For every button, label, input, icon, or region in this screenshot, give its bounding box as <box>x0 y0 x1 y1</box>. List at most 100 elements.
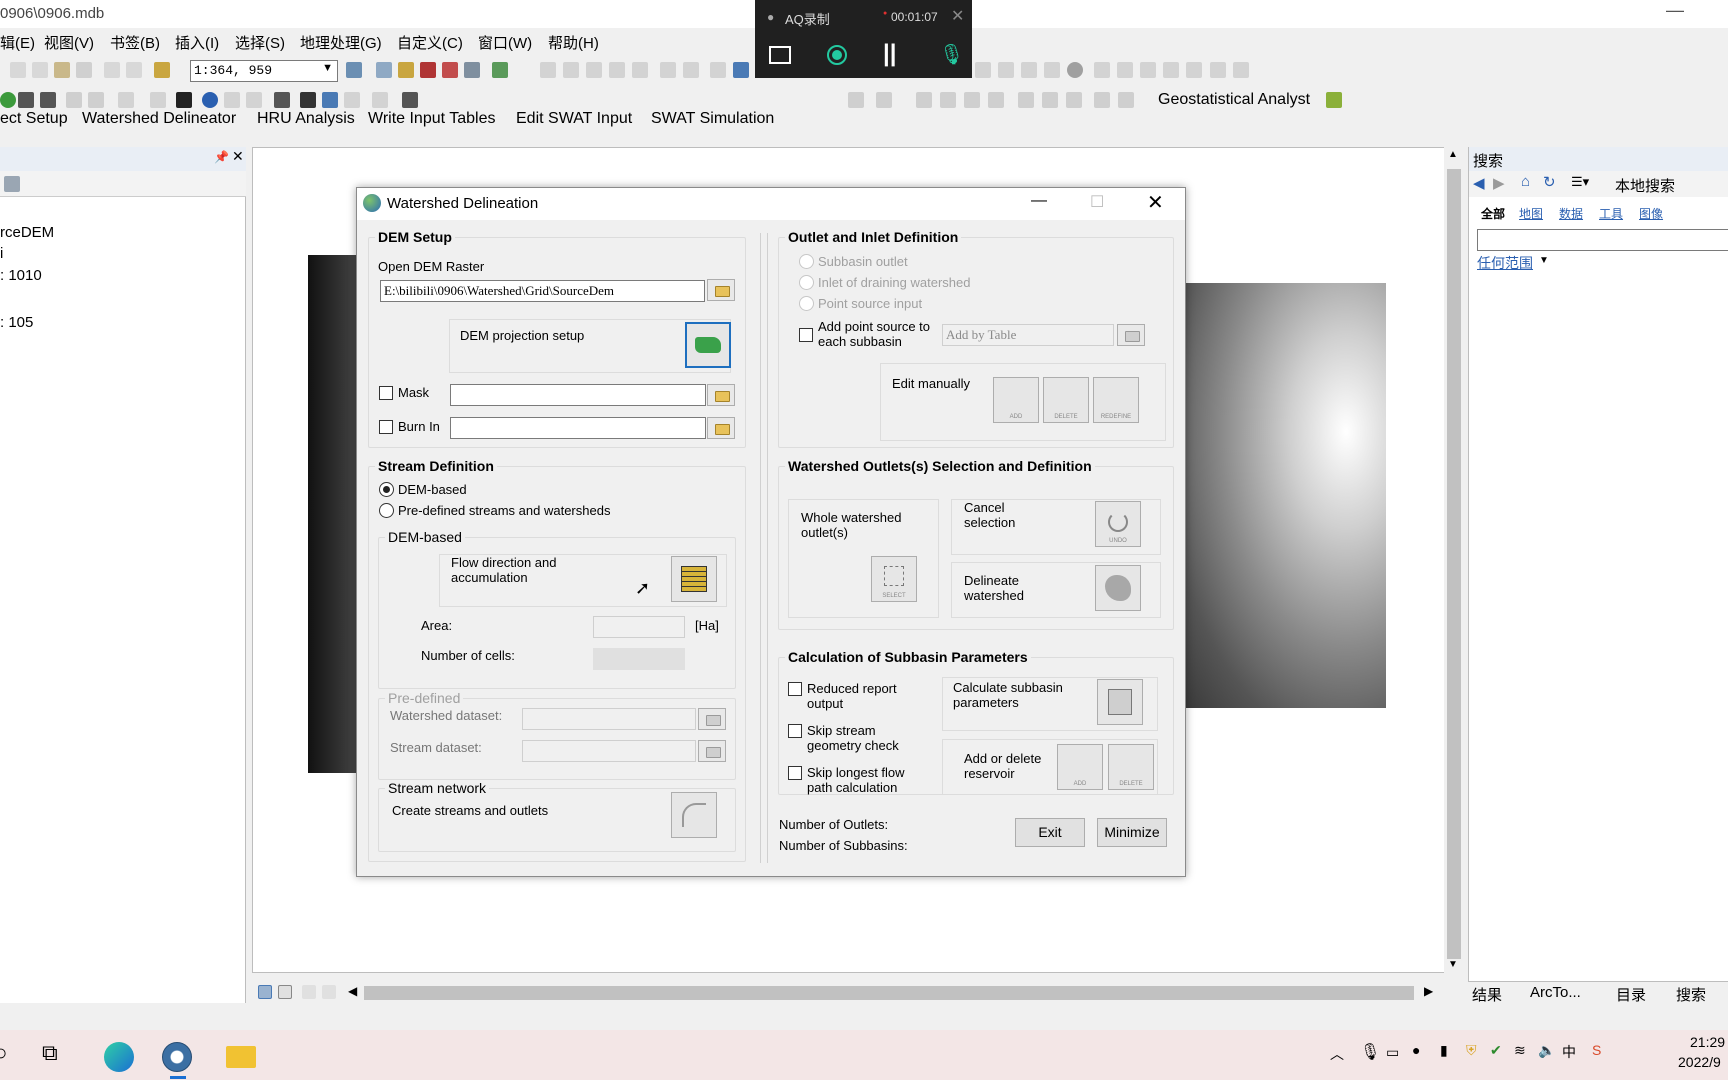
tool-l-icon[interactable] <box>1021 62 1037 78</box>
dock-tab-catalog[interactable]: 目录 <box>1616 984 1646 1005</box>
python-icon[interactable] <box>464 62 480 78</box>
search-tab-all[interactable]: 全部 <box>1481 205 1505 222</box>
tool-d-icon[interactable] <box>609 62 625 78</box>
watershed-dataset-folder-icon[interactable] <box>698 708 726 730</box>
dock-tab-search[interactable]: 搜索 <box>1676 984 1706 1005</box>
geostat-wizard-icon[interactable] <box>1326 92 1342 108</box>
menu-help[interactable]: 帮助(H) <box>548 32 599 53</box>
subbasin-outlet-radio[interactable] <box>799 254 814 269</box>
catalog-icon[interactable] <box>398 62 414 78</box>
reduced-report-checkbox[interactable] <box>788 682 802 696</box>
home-icon[interactable]: ⌂ <box>1521 173 1530 190</box>
back-icon[interactable] <box>66 92 82 108</box>
scroll-right-icon[interactable]: ▶ <box>1424 984 1433 998</box>
tool-g-icon[interactable] <box>683 62 699 78</box>
tool-r-icon[interactable] <box>1163 62 1179 78</box>
undo-icon[interactable] <box>104 62 120 78</box>
layout-view-icon[interactable] <box>278 985 292 999</box>
identify-icon[interactable] <box>202 92 218 108</box>
create-streams-button[interactable] <box>671 792 717 838</box>
edit-tool-d-icon[interactable] <box>940 92 956 108</box>
select-features-icon[interactable] <box>118 92 134 108</box>
swat-simulation-menu[interactable]: SWAT Simulation <box>651 110 774 128</box>
edit-tool-k-icon[interactable] <box>1118 92 1134 108</box>
tool-b-icon[interactable] <box>563 62 579 78</box>
zoom-extent-icon[interactable] <box>40 92 56 108</box>
menu-insert[interactable]: 插入(I) <box>175 32 219 53</box>
tool-k-icon[interactable] <box>998 62 1014 78</box>
tool-n-icon[interactable] <box>1067 62 1083 78</box>
edit-tool-a-icon[interactable] <box>848 92 864 108</box>
recorder-pause-icon[interactable]: || <box>883 40 896 68</box>
vscroll-thumb[interactable] <box>1447 169 1461 959</box>
start-button[interactable]: ○ <box>0 1040 7 1066</box>
tool-c-icon[interactable] <box>586 62 602 78</box>
calc-params-button[interactable] <box>1097 679 1143 725</box>
add-reservoir-button[interactable]: ADD <box>1057 744 1103 790</box>
search-tab-maps[interactable]: 地图 <box>1519 205 1543 222</box>
recorder-mic-icon[interactable]: 🎙 <box>939 42 964 67</box>
back-arrow-icon[interactable]: ◀ <box>1473 174 1485 192</box>
swat-edit-input-menu[interactable]: Edit SWAT Input <box>516 110 632 128</box>
edit-tool-b-icon[interactable] <box>876 92 892 108</box>
dock-tab-results[interactable]: 结果 <box>1472 984 1502 1005</box>
flow-direction-button[interactable] <box>671 556 717 602</box>
task-view-icon[interactable]: ⧉ <box>42 1040 58 1066</box>
paste-icon[interactable] <box>54 62 70 78</box>
tool-e-icon[interactable] <box>632 62 648 78</box>
recorder-record-icon[interactable] <box>827 45 847 65</box>
scale-combobox[interactable]: 1:364, 959 ▼ <box>190 60 338 82</box>
mask-folder-icon[interactable] <box>707 384 735 406</box>
burn-in-checkbox[interactable] <box>379 420 393 434</box>
map-vscroll[interactable]: ▲ ▼ <box>1444 147 1464 973</box>
refresh-icon[interactable] <box>302 985 316 999</box>
cancel-selection-button[interactable]: UNDO <box>1095 501 1141 547</box>
tool-q-icon[interactable] <box>1140 62 1156 78</box>
forward-arrow-icon[interactable]: ▶ <box>1493 174 1505 192</box>
tool-t-icon[interactable] <box>1210 62 1226 78</box>
swat-write-input-tables-menu[interactable]: Write Input Tables <box>368 110 495 128</box>
delete-reservoir-button[interactable]: DELETE <box>1108 744 1154 790</box>
swat-hru-analysis-menu[interactable]: HRU Analysis <box>257 110 355 128</box>
data-view-icon[interactable] <box>258 985 272 999</box>
menu-window[interactable]: 窗口(W) <box>478 32 532 53</box>
swat-project-setup-menu[interactable]: ect Setup <box>0 110 68 128</box>
menu-edit[interactable]: 辑(E) <box>0 32 35 53</box>
point-source-radio[interactable] <box>799 296 814 311</box>
hscroll-thumb[interactable] <box>364 986 1414 1000</box>
forward-icon[interactable] <box>88 92 104 108</box>
close-icon[interactable]: ✕ <box>232 148 244 165</box>
minimize-window-button[interactable]: — <box>1666 0 1684 21</box>
tool-j-icon[interactable] <box>975 62 991 78</box>
stream-dataset-folder-icon[interactable] <box>698 740 726 762</box>
edge-icon[interactable] <box>104 1042 134 1072</box>
geostatistical-analyst-menu[interactable]: Geostatistical Analyst <box>1158 91 1310 109</box>
tool-o-icon[interactable] <box>1094 62 1110 78</box>
stream-dataset-field[interactable] <box>522 740 696 762</box>
area-field[interactable] <box>593 616 685 638</box>
watershed-dataset-field[interactable] <box>522 708 696 730</box>
chevron-up-icon[interactable]: ︿ <box>1330 1044 1344 1064</box>
clear-selection-icon[interactable] <box>150 92 166 108</box>
edit-tool-c-icon[interactable] <box>916 92 932 108</box>
edit-tool-g-icon[interactable] <box>1018 92 1034 108</box>
dock-tab-arctoolbox[interactable]: ArcTo... <box>1530 984 1581 1001</box>
list-by-drawing-order-icon[interactable] <box>4 176 20 192</box>
search-input[interactable] <box>1477 229 1728 251</box>
tool-s-icon[interactable] <box>1186 62 1202 78</box>
tool-m-icon[interactable] <box>1044 62 1060 78</box>
delineate-button[interactable] <box>1095 565 1141 611</box>
dem-based-radio[interactable] <box>379 482 394 497</box>
scroll-up-icon[interactable]: ▲ <box>1448 149 1458 160</box>
skip-stream-checkbox[interactable] <box>788 724 802 738</box>
zoom-full-icon[interactable] <box>18 92 34 108</box>
tool-f-icon[interactable] <box>660 62 676 78</box>
add-by-table-folder-icon[interactable] <box>1117 324 1145 346</box>
dialog-maximize-button[interactable]: ☐ <box>1090 192 1104 212</box>
tool-a-icon[interactable] <box>540 62 556 78</box>
redo-icon[interactable] <box>126 62 142 78</box>
menu-geoprocessing[interactable]: 地理处理(G) <box>300 32 382 53</box>
tool-i-icon[interactable] <box>733 62 749 78</box>
open-dem-folder-icon[interactable] <box>707 279 735 301</box>
scroll-left-icon[interactable]: ◀ <box>348 984 357 998</box>
